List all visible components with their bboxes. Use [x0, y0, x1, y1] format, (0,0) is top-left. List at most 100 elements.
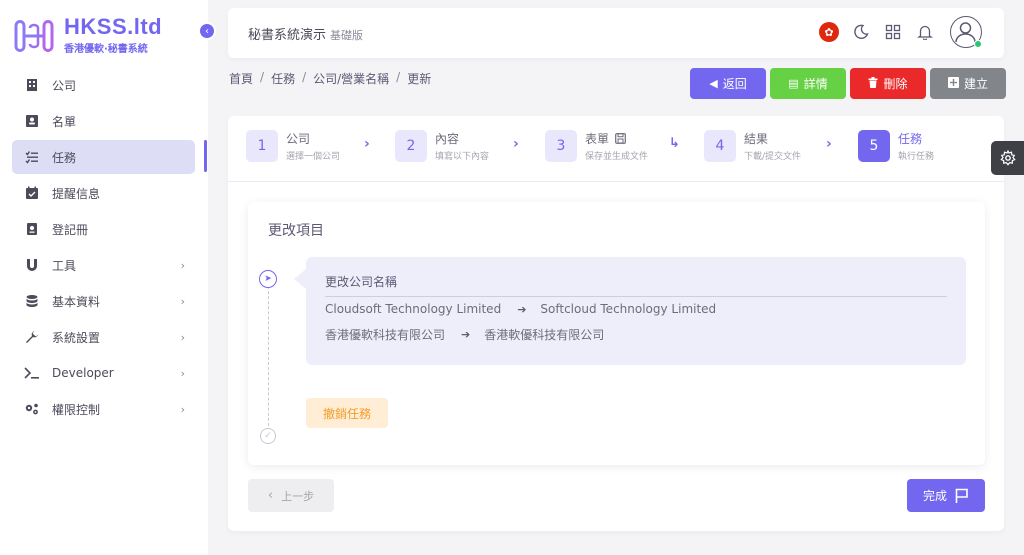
sidebar-item-label: 系統設置 [52, 330, 101, 345]
sidebar-item-tasks[interactable]: 任務 [12, 140, 195, 174]
change-title: 更改公司名稱 [325, 273, 947, 297]
breadcrumb-separator: / [396, 70, 401, 84]
sidebar-item-list[interactable]: 名單 [12, 104, 195, 138]
step-result[interactable]: 4 結果 下載/提交文件 [704, 130, 801, 162]
app-edition: 基礎版 [330, 29, 364, 42]
step-number: 5 [858, 130, 890, 162]
sidebar-item-label: Developer [52, 366, 114, 380]
sidebar-item-label: 基本資料 [52, 294, 101, 309]
customizer-toggle[interactable] [991, 141, 1024, 175]
gear-icon [999, 150, 1016, 166]
navbar-icons: ✿ [808, 16, 982, 48]
create-button[interactable]: 建立 [930, 68, 1006, 99]
step-company[interactable]: 1 公司 選擇一個公司 [246, 130, 340, 162]
previous-step-label: 上一步 [281, 489, 315, 503]
action-buttons: ◀ 返回 ▤ 詳情 刪除 建立 [690, 68, 1010, 99]
notifications-button[interactable] [914, 21, 936, 43]
breadcrumb-home[interactable]: 首頁 [229, 70, 253, 87]
change-row: 香港優軟科技有限公司 ➔ 香港軟優科技有限公司 [325, 326, 604, 343]
moon-icon [854, 24, 869, 39]
breadcrumb-company-name[interactable]: 公司/營業名稱 [313, 70, 389, 87]
logo[interactable]: HKSS.ltd 香港優軟·秘書系統 [10, 16, 162, 55]
logo-mark-icon [14, 19, 54, 52]
previous-step-button[interactable]: ‹ 上一步 [248, 479, 334, 512]
chevron-right-icon: › [180, 402, 185, 416]
app-title: 秘書系統演示 [248, 28, 327, 43]
sidebar-item-basic-data[interactable]: 基本資料 › [12, 284, 195, 318]
breadcrumb-current: 更新 [407, 72, 432, 86]
sidebar-item-label: 工具 [52, 258, 77, 273]
breadcrumb-tasks[interactable]: 任務 [271, 70, 295, 87]
bell-icon [917, 25, 933, 40]
sidebar-item-label: 任務 [52, 150, 77, 165]
sidebar-item-tools[interactable]: 工具 › [12, 248, 195, 282]
language-button[interactable]: ✿ [818, 21, 840, 43]
change-items-panel: 更改項目 ➤ ✓ 更改公司名稱 Cloudsoft Technology Lim… [248, 202, 985, 465]
contact-card-icon [24, 113, 40, 129]
step-title: 內容 [435, 132, 460, 146]
sidebar-item-label: 權限控制 [52, 402, 101, 417]
collapse-sidebar-button[interactable]: ‹ [198, 22, 216, 40]
sidebar-item-developer[interactable]: Developer › [12, 356, 195, 390]
step-task[interactable]: 5 任務 執行任務 [858, 130, 934, 162]
step-title: 結果 [744, 132, 769, 146]
step-title: 表單 [585, 132, 610, 146]
step-subtitle: 填寫以下內容 [435, 152, 490, 162]
step-content[interactable]: 2 內容 填寫以下內容 [395, 130, 489, 162]
delete-button-label: 刪除 [883, 77, 908, 91]
save-icon [615, 133, 626, 144]
old-value: 香港優軟科技有限公司 [325, 328, 446, 342]
document-icon: ▤ [788, 77, 799, 90]
chevron-right-icon: › [180, 294, 185, 308]
sidebar-item-company[interactable]: 公司 [12, 68, 195, 102]
sidebar: HKSS.ltd 香港優軟·秘書系統 公司 名單 任務 提醒信息 登記冊 工具 … [0, 0, 208, 555]
sidebar-item-reminders[interactable]: 提醒信息 [12, 176, 195, 210]
new-value: Softcloud Technology Limited [540, 302, 717, 316]
user-avatar[interactable] [950, 16, 982, 48]
active-indicator [204, 140, 207, 172]
step-number: 3 [545, 130, 577, 162]
sidebar-item-label: 提醒信息 [52, 186, 101, 201]
timeline-line [268, 286, 269, 436]
finish-button[interactable]: 完成 [907, 479, 985, 512]
detail-button[interactable]: ▤ 詳情 [770, 68, 846, 99]
wizard-steps: 1 公司 選擇一個公司 › 2 內容 填寫以下內容 › 3 表單 保存並生成文件 [228, 116, 1004, 182]
back-button-label: 返回 [722, 77, 747, 91]
corner-down-right-icon: ↳ [669, 136, 680, 151]
sidebar-item-system-settings[interactable]: 系統設置 › [12, 320, 195, 354]
step-form[interactable]: 3 表單 保存並生成文件 [545, 130, 648, 162]
dark-mode-toggle[interactable] [850, 21, 872, 43]
sidebar-item-register[interactable]: 登記冊 [12, 212, 195, 246]
step-subtitle: 保存並生成文件 [585, 152, 649, 162]
breadcrumb: 首頁 / 任務 / 公司/營業名稱 / 更新 [229, 70, 431, 87]
cancel-task-button[interactable]: 撤銷任務 [306, 398, 388, 428]
page-title: 秘書系統演示 基礎版 [248, 24, 363, 43]
sidebar-item-label: 公司 [52, 78, 77, 93]
step-title: 任務 [898, 132, 923, 146]
calendar-check-icon [24, 185, 40, 201]
arrow-right-icon: ➔ [461, 328, 471, 341]
chevron-left-icon: ‹ [205, 25, 209, 37]
top-navbar: 秘書系統演示 基礎版 ✿ [228, 8, 1004, 58]
chevron-left-icon: ‹ [267, 488, 274, 503]
flag-icon [955, 488, 968, 503]
chevron-right-icon: › [180, 330, 185, 344]
back-button[interactable]: ◀ 返回 [690, 68, 766, 99]
send-icon: ➤ [259, 270, 277, 288]
gears-icon [24, 401, 40, 417]
checklist-icon [24, 149, 40, 165]
old-value: Cloudsoft Technology Limited [325, 302, 502, 316]
building-icon [24, 77, 40, 93]
delete-button[interactable]: 刪除 [850, 68, 926, 99]
sidebar-item-permissions[interactable]: 權限控制 › [12, 392, 195, 426]
detail-button-label: 詳情 [803, 77, 828, 91]
plus-square-icon [947, 76, 959, 91]
apps-button[interactable] [882, 21, 904, 43]
arrow-right-icon: ➔ [517, 302, 527, 316]
sidebar-item-label: 名單 [52, 114, 77, 129]
register-book-icon [24, 221, 40, 237]
chevron-right-icon: › [826, 136, 832, 152]
step-subtitle: 執行任務 [898, 152, 935, 162]
create-button-label: 建立 [963, 77, 988, 91]
breadcrumb-separator: / [260, 70, 265, 84]
